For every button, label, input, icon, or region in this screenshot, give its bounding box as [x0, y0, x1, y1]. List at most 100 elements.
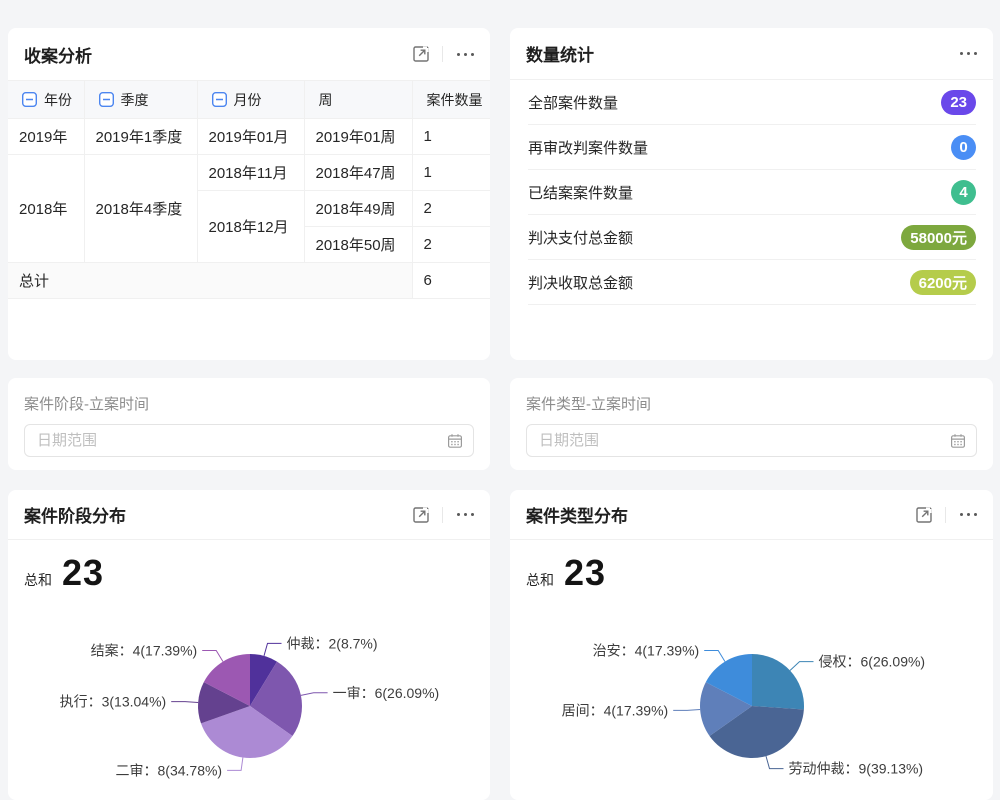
- stat-value-badge: 58000元: [901, 225, 976, 250]
- stat-row: 已结案案件数量 4: [528, 170, 976, 215]
- more-menu-icon[interactable]: [455, 509, 476, 520]
- stat-label: 再审改判案件数量: [528, 137, 648, 158]
- case-table: 年份 季度 月份 周 案件数量 2019年2019年1季度2019年01月2019年01…: [8, 80, 490, 299]
- table-cell: 2: [412, 227, 490, 263]
- more-menu-icon[interactable]: [455, 49, 476, 60]
- table-total-row: 总计6: [8, 263, 490, 299]
- pie-slice-0[interactable]: [752, 654, 804, 710]
- stat-row: 判决收取总金额 6200元: [528, 260, 976, 305]
- column-header-label: 季度: [121, 90, 149, 110]
- column-header[interactable]: 年份: [8, 81, 84, 119]
- collapse-column-icon[interactable]: [99, 92, 114, 107]
- stage-filter-card: 案件阶段-立案时间: [8, 378, 490, 470]
- pie-slice-label: 二审：8(34.78%): [116, 762, 223, 778]
- pie-slice-label: 居间：4(17.39%): [562, 702, 669, 718]
- stage-chart-card: 案件阶段分布 总和 23 仲裁：2(8.7%) 一审：6(26.09%) 二审：8(…: [8, 490, 490, 800]
- column-header-label: 月份: [234, 90, 262, 110]
- pie-label-line: [766, 756, 784, 769]
- stat-label: 判决支付总金额: [528, 227, 633, 248]
- table-cell: 2018年11月: [197, 155, 304, 191]
- card-title: 案件类型分布: [526, 502, 628, 527]
- table-cell: 2019年1季度: [84, 119, 197, 155]
- pie-label-line: [673, 710, 700, 711]
- filter-label: 案件类型-立案时间: [526, 393, 977, 414]
- column-header[interactable]: 季度: [84, 81, 197, 119]
- expand-icon[interactable]: [412, 45, 430, 63]
- pie-slice-label: 执行：3(13.04%): [60, 694, 167, 710]
- stage-chart-header: 案件阶段分布: [8, 490, 490, 540]
- stats-card: 数量统计 全部案件数量 23 再审改判案件数量 0 已结案案件数量 4 判决支付总金额 580…: [510, 28, 993, 360]
- column-header-label: 年份: [44, 90, 72, 110]
- collapse-column-icon[interactable]: [212, 92, 227, 107]
- filter-label: 案件阶段-立案时间: [24, 393, 474, 414]
- card-title: 数量统计: [526, 41, 594, 66]
- more-menu-icon[interactable]: [958, 509, 979, 520]
- table-row: 2019年2019年1季度2019年01月2019年01周1: [8, 119, 490, 155]
- pie-slice-label: 结案：4(17.39%): [91, 643, 198, 659]
- table-cell: 2018年: [8, 155, 84, 263]
- case-table-head: 年份 季度 月份 周 案件数量: [8, 81, 490, 119]
- card-title: 案件阶段分布: [24, 502, 126, 527]
- pie-label-line: [704, 651, 725, 662]
- stat-value-badge: 23: [941, 90, 976, 115]
- sum-value: 23: [564, 552, 606, 594]
- header-divider: [442, 46, 443, 62]
- pie-slice-label: 侵权：6(26.09%): [819, 654, 926, 670]
- calendar-icon[interactable]: [447, 433, 463, 449]
- column-header: 周: [304, 81, 412, 119]
- type-chart-card: 案件类型分布 总和 23 侵权：6(26.09%) 劳动仲裁：9(39.13%) 居…: [510, 490, 993, 800]
- table-cell: 2018年49周: [304, 191, 412, 227]
- case-table-body: 2019年2019年1季度2019年01月2019年01周12018年2018年…: [8, 119, 490, 299]
- table-cell: 1: [412, 155, 490, 191]
- expand-icon[interactable]: [412, 506, 430, 524]
- table-cell: 2019年01月: [197, 119, 304, 155]
- table-cell: 1: [412, 119, 490, 155]
- collapse-column-icon[interactable]: [22, 92, 37, 107]
- pie-slice-label: 治安：4(17.39%): [593, 643, 700, 659]
- column-header-label: 案件数量: [427, 90, 483, 110]
- type-chart-header: 案件类型分布: [510, 490, 993, 540]
- table-cell: 2018年50周: [304, 227, 412, 263]
- stat-value-badge: 0: [951, 135, 976, 160]
- stat-value-badge: 4: [951, 180, 976, 205]
- header-divider: [442, 507, 443, 523]
- sum-row: 总和 23: [526, 552, 606, 594]
- stat-row: 再审改判案件数量 0: [528, 125, 976, 170]
- stat-label: 已结案案件数量: [528, 182, 633, 203]
- table-cell: 2019年01周: [304, 119, 412, 155]
- stat-row: 全部案件数量 23: [528, 80, 976, 125]
- header-divider: [945, 507, 946, 523]
- table-cell: 2018年47周: [304, 155, 412, 191]
- type-date-range-input[interactable]: [526, 424, 977, 457]
- stats-header: 数量统计: [510, 28, 993, 80]
- case-analysis-card: 收案分析 年份季度月份周案件数量 2019年2019年1季度2019年01月20…: [8, 28, 490, 360]
- column-header-label: 周: [319, 90, 333, 110]
- stats-list: 全部案件数量23再审改判案件数量0已结案案件数量4判决支付总金额58000元判决…: [510, 80, 993, 305]
- pie-slice-label: 仲裁：2(8.7%): [287, 635, 378, 651]
- sum-label: 总和: [526, 570, 554, 590]
- column-header[interactable]: 月份: [197, 81, 304, 119]
- stat-row: 判决支付总金额 58000元: [528, 215, 976, 260]
- stat-label: 判决收取总金额: [528, 272, 633, 293]
- pie-label-line: [790, 662, 814, 671]
- case-analysis-header: 收案分析: [8, 28, 490, 80]
- pie-label-line: [202, 651, 223, 662]
- expand-icon[interactable]: [915, 506, 933, 524]
- pie-slice-label: 劳动仲裁：9(39.13%): [789, 761, 924, 777]
- pie-label-line: [264, 643, 282, 656]
- card-title: 收案分析: [24, 42, 92, 67]
- table-cell: 2019年: [8, 119, 84, 155]
- pie-slice-label: 一审：6(26.09%): [333, 685, 440, 701]
- more-menu-icon[interactable]: [958, 48, 979, 59]
- stage-date-range-input[interactable]: [24, 424, 474, 457]
- pie-label-line: [227, 758, 243, 771]
- table-cell: 2018年4季度: [84, 155, 197, 263]
- calendar-icon[interactable]: [950, 433, 966, 449]
- sum-row: 总和 23: [24, 552, 104, 594]
- stat-label: 全部案件数量: [528, 92, 618, 113]
- total-label-cell: 总计: [8, 263, 412, 299]
- stat-value-badge: 6200元: [910, 270, 976, 295]
- pie-label-line: [301, 693, 328, 696]
- table-cell: 2018年12月: [197, 191, 304, 263]
- table-cell: 2: [412, 191, 490, 227]
